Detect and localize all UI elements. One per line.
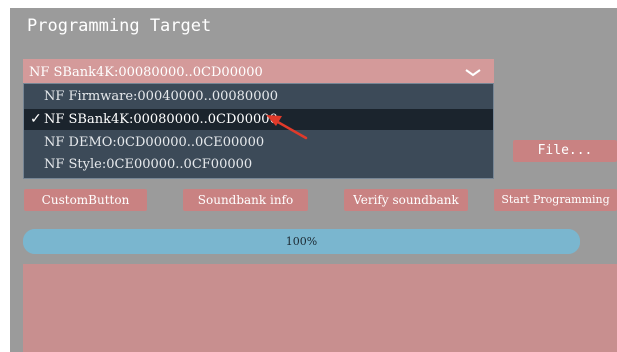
option-label: NF Firmware:00040000..00080000 (44, 89, 279, 104)
option-label: NF SBank4K:00080000..0CD00000 (44, 112, 278, 127)
dropdown-option-sbank4k[interactable]: ✓ NF SBank4K:00080000..0CD00000 (24, 109, 493, 130)
start-programming-button[interactable]: Start Programming (494, 189, 617, 211)
dropdown-option-demo[interactable]: NF DEMO:0CD00000..0CE00000 (24, 132, 493, 153)
dropdown-option-firmware[interactable]: NF Firmware:00040000..00080000 (24, 86, 493, 107)
progress-bar: 100% (23, 229, 580, 254)
option-label: NF Style:0CE00000..0CF00000 (44, 157, 253, 172)
verify-soundbank-button[interactable]: Verify soundbank (344, 189, 468, 211)
target-select[interactable]: NF SBank4K:00080000..0CD00000 (23, 59, 494, 83)
log-output-area[interactable] (23, 264, 617, 352)
option-label: NF DEMO:0CD00000..0CE00000 (44, 135, 265, 150)
target-select-value: NF SBank4K:00080000..0CD00000 (29, 65, 263, 80)
file-button[interactable]: File... (513, 140, 617, 162)
check-icon: ✓ (30, 111, 42, 127)
chevron-down-icon (465, 68, 481, 76)
programming-target-panel: Programming Target NF SBank4K:00080000..… (10, 8, 617, 352)
custom-button[interactable]: CustomButton (24, 189, 147, 211)
progress-label: 100% (285, 235, 318, 248)
panel-title: Programming Target (27, 16, 212, 36)
target-dropdown-list: NF Firmware:00040000..00080000 ✓ NF SBan… (23, 83, 494, 179)
dropdown-option-style[interactable]: NF Style:0CE00000..0CF00000 (24, 154, 493, 175)
soundbank-info-button[interactable]: Soundbank info (183, 189, 308, 211)
